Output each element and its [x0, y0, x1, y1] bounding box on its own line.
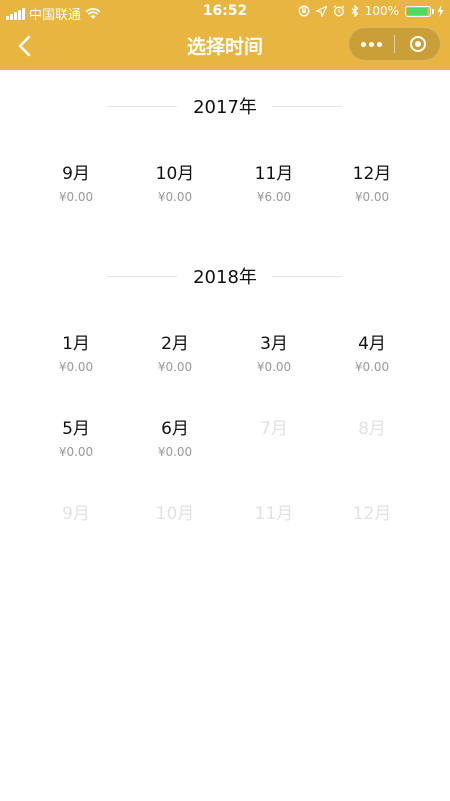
year-divider-right [272, 106, 342, 107]
year-section-2017: 2017年 [0, 91, 450, 121]
battery-percent: 100% [364, 4, 399, 18]
month-label: 12月 [352, 164, 392, 184]
year-divider-right [272, 276, 342, 277]
year-label: 2017年 [193, 97, 257, 118]
charging-icon [437, 5, 444, 17]
month-cell[interactable]: 11月 ¥6.00 [224, 159, 324, 204]
month-label: 5月 [62, 419, 90, 439]
year-header: 2017年 [0, 91, 450, 121]
month-amount: ¥0.00 [58, 190, 94, 204]
month-label: 4月 [358, 334, 386, 354]
more-button[interactable] [349, 28, 394, 60]
month-label: 7月 [260, 419, 288, 439]
chevron-left-icon [18, 35, 31, 57]
month-label: 8月 [358, 419, 386, 439]
month-amount: ¥0.00 [58, 360, 94, 374]
month-cell[interactable]: 2月 ¥0.00 [125, 329, 225, 374]
month-label: 3月 [260, 334, 288, 354]
more-dots-icon [361, 41, 382, 47]
month-cell-disabled: 9月 [26, 499, 126, 524]
month-cell[interactable]: 3月 ¥0.00 [224, 329, 324, 374]
battery-icon [405, 5, 434, 17]
month-label: 11月 [254, 164, 294, 184]
month-cell[interactable]: 1月 ¥0.00 [26, 329, 126, 374]
month-amount: ¥0.00 [354, 190, 390, 204]
month-amount: ¥0.00 [157, 190, 193, 204]
month-label: 10月 [155, 164, 195, 184]
month-amount: ¥0.00 [157, 445, 193, 459]
bluetooth-icon [351, 5, 359, 17]
month-cell[interactable]: 9月 ¥0.00 [26, 159, 126, 204]
lock-rotation-icon [298, 5, 310, 17]
month-amount: ¥0.00 [256, 360, 292, 374]
month-amount: ¥6.00 [256, 190, 292, 204]
month-label: 2月 [161, 334, 189, 354]
month-cell[interactable]: 5月 ¥0.00 [26, 414, 126, 459]
month-amount: ¥0.00 [58, 445, 94, 459]
month-label: 1月 [62, 334, 90, 354]
month-cell[interactable]: 10月 ¥0.00 [125, 159, 225, 204]
month-cell-disabled: 10月 [125, 499, 225, 524]
month-label: 12月 [352, 504, 392, 524]
location-icon [315, 5, 327, 17]
status-bar: 中国联通 16:52 100% [0, 0, 450, 24]
year-header: 2018年 [0, 261, 450, 291]
month-label: 6月 [161, 419, 189, 439]
month-label: 9月 [62, 164, 90, 184]
alarm-icon [333, 5, 345, 17]
month-cell-disabled: 11月 [224, 499, 324, 524]
month-label: 11月 [254, 504, 294, 524]
back-button[interactable] [10, 30, 38, 62]
month-label: 10月 [155, 504, 195, 524]
status-right: 100% [298, 4, 444, 18]
month-cell[interactable]: 12月 ¥0.00 [322, 159, 422, 204]
target-circle-icon [409, 36, 426, 52]
month-amount: ¥0.00 [157, 360, 193, 374]
header: 中国联通 16:52 100% 选择时间 [0, 0, 450, 70]
month-cell[interactable]: 4月 ¥0.00 [322, 329, 422, 374]
month-cell-disabled: 8月 [322, 414, 422, 439]
close-mini-program-button[interactable] [395, 28, 440, 60]
month-cell[interactable]: 6月 ¥0.00 [125, 414, 225, 459]
month-label: 9月 [62, 504, 90, 524]
month-amount: ¥0.00 [354, 360, 390, 374]
mini-program-capsule [348, 27, 441, 61]
page-title: 选择时间 [186, 36, 263, 58]
year-label: 2018年 [193, 267, 257, 288]
month-cell-disabled: 12月 [322, 499, 422, 524]
year-section-2018: 2018年 [0, 261, 450, 291]
month-cell-disabled: 7月 [224, 414, 324, 439]
